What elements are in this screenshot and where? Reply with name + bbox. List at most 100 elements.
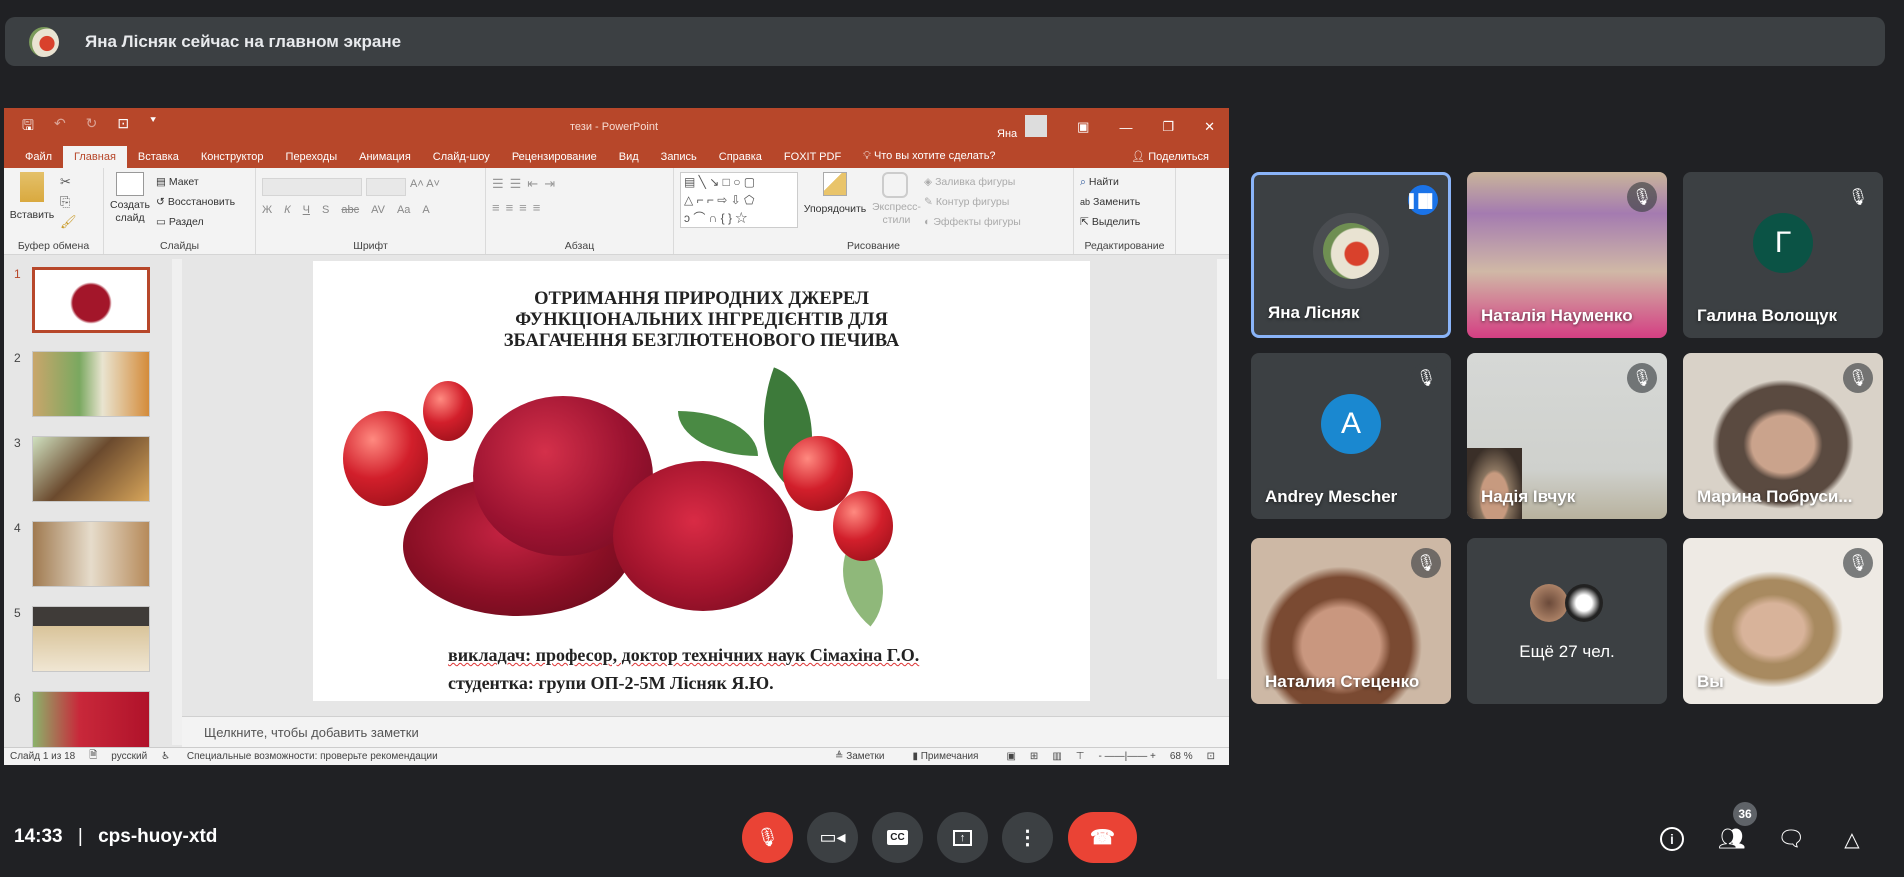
font-size-box[interactable] (366, 178, 406, 196)
change-case-button[interactable]: Aa (397, 204, 410, 216)
char-spacing-button[interactable]: AV (371, 204, 385, 216)
normal-view-icon[interactable]: ▣ (1006, 751, 1015, 762)
new-slide-button[interactable]: Создать слайд (110, 172, 150, 232)
user-avatar[interactable] (1025, 114, 1048, 137)
camera-toggle-button[interactable]: ▭◂ (807, 812, 858, 863)
shapes-gallery[interactable]: ▤ ╲ ↘ □ ○ ▢ △ ⌐ ⌐ ⇨ ⇩ ⬠ ↄ ⌒ ∩ { } ☆ (680, 172, 798, 228)
format-painter-icon[interactable]: 🖌︎ (60, 212, 77, 232)
ribbon-display-icon[interactable]: ▣ (1077, 119, 1089, 135)
participant-tile[interactable]: A 🎙︎ Andrey Mescher (1251, 353, 1451, 519)
italic-button[interactable]: К (284, 204, 290, 216)
list-icons[interactable]: ☰☰⇤⇥ (492, 176, 667, 192)
bold-button[interactable]: Ж (262, 204, 272, 216)
tab-review[interactable]: Рецензирование (501, 151, 608, 168)
slide-thumbnail[interactable] (32, 606, 150, 672)
more-participants-tile[interactable]: Ещё 27 чел. (1467, 538, 1667, 704)
participants-button[interactable]: 👥︎ (1717, 824, 1747, 854)
participant-tile[interactable]: 🎙︎ Наталія Науменко (1467, 172, 1667, 338)
redo-icon[interactable]: ↻ (86, 115, 98, 139)
replace-button[interactable]: ab Заменить (1080, 192, 1169, 212)
align-icons[interactable]: ≡≡≡≡ (492, 200, 667, 215)
find-button[interactable]: ⌕ Найти (1080, 172, 1169, 192)
customize-icon[interactable]: ⯆ (149, 115, 157, 139)
participant-tile[interactable]: 🎙︎ Вы (1683, 538, 1883, 704)
participant-tile[interactable]: 🎙︎ Марина Побруси... (1683, 353, 1883, 519)
participant-initial-avatar: Г (1753, 213, 1813, 273)
activities-button[interactable]: △ (1837, 824, 1867, 854)
tab-foxit[interactable]: FOXIT PDF (773, 151, 852, 168)
share-button[interactable]: 👤︎ Поделиться (1131, 150, 1209, 163)
tab-home[interactable]: Главная (63, 146, 127, 168)
notes-toggle[interactable]: ≜ Заметки (835, 751, 898, 762)
layout-button[interactable]: ▤ Макет (156, 172, 235, 192)
underline-button[interactable]: Ч (303, 204, 310, 216)
font-name-box[interactable] (262, 178, 362, 196)
participant-count-badge: 36 (1733, 802, 1757, 826)
slide-thumbnail[interactable] (32, 521, 150, 587)
leave-call-button[interactable]: ☎︎ (1068, 812, 1137, 863)
zoom-level[interactable]: 68 % (1170, 751, 1193, 762)
participant-tile[interactable]: ▌█▌ Яна Лісняк (1251, 172, 1451, 338)
cut-icon[interactable]: ✂ (60, 172, 77, 192)
tab-animations[interactable]: Анимация (348, 151, 422, 168)
arrange-label: Упорядочить (803, 203, 867, 215)
section-button[interactable]: ▭ Раздел (156, 212, 235, 232)
thumbnails-scrollbar[interactable] (172, 259, 182, 745)
language[interactable]: русский (111, 751, 147, 762)
shape-outline-button[interactable]: ✎ Контур фигуры (924, 192, 1021, 212)
slide-teacher-text: викладач: професор, доктор технічних нау… (448, 645, 920, 665)
present-button[interactable]: ↑ (937, 812, 988, 863)
undo-icon[interactable]: ↶ (54, 115, 66, 139)
arrange-button[interactable]: Упорядочить (804, 172, 866, 232)
tab-help[interactable]: Справка (708, 151, 773, 168)
reset-button[interactable]: ↺ Восстановить (156, 192, 235, 212)
quick-styles-button[interactable]: Экспресс-стили (872, 172, 921, 232)
shape-fill-button[interactable]: ◈ Заливка фигуры (924, 172, 1021, 192)
reading-view-icon[interactable]: ▥ (1052, 751, 1061, 762)
group-editing: Редактирование (1084, 240, 1165, 252)
mic-off-icon: 🎙︎ (1627, 182, 1657, 212)
slide-sorter-icon[interactable]: ⊞ (1030, 751, 1038, 762)
chat-icon: 🗨︎ (1777, 826, 1805, 851)
comments-toggle[interactable]: ▮ Примечания (912, 751, 992, 762)
chat-button[interactable]: 🗨︎ (1776, 824, 1806, 854)
participant-tile[interactable]: 🎙︎ Наталия Стеценко (1251, 538, 1451, 704)
paste-button[interactable]: Вставить (10, 172, 54, 232)
notes-pane[interactable]: Щелкните, чтобы добавить заметки (182, 716, 1229, 747)
zoom-slider[interactable]: - ——|—— + (1098, 751, 1155, 762)
tab-file[interactable]: Файл (14, 151, 63, 168)
tab-design[interactable]: Конструктор (190, 151, 275, 168)
minimize-icon[interactable]: — (1119, 120, 1132, 135)
font-color-button[interactable]: A (422, 204, 429, 216)
participant-tile[interactable]: Г 🎙︎ Галина Волощук (1683, 172, 1883, 338)
meeting-details-button[interactable]: i (1657, 824, 1687, 854)
select-button[interactable]: ⇱ Выделить (1080, 212, 1169, 232)
microphone-toggle-button[interactable]: 🎙︎ (742, 812, 793, 863)
tab-insert[interactable]: Вставка (127, 151, 190, 168)
captions-button[interactable]: CC (872, 812, 923, 863)
accessibility-status[interactable]: ♿︎ Специальные возможности: проверьте ре… (161, 751, 452, 762)
copy-icon[interactable]: ⎘ (60, 192, 77, 212)
spellcheck-icon[interactable]: 🗎︎ (89, 748, 97, 765)
save-icon[interactable]: 🖫 (22, 115, 34, 139)
participant-tile[interactable]: 🎙︎ Надія Івчук (1467, 353, 1667, 519)
shadow-button[interactable]: S (322, 204, 329, 216)
current-slide[interactable]: ОТРИМАННЯ ПРИРОДНИХ ДЖЕРЕЛ ФУНКЦІОНАЛЬНИ… (313, 261, 1090, 701)
strikethrough-button[interactable]: abc (341, 204, 359, 216)
tab-view[interactable]: Вид (608, 151, 650, 168)
slide-thumbnail[interactable] (32, 267, 150, 333)
fit-to-window-icon[interactable]: ⊡ (1207, 751, 1215, 762)
tell-me[interactable]: 💡︎ Что вы хотите сделать? (852, 150, 1006, 168)
shape-effects-button[interactable]: ◐ Эффекты фигуры (924, 212, 1021, 232)
restore-icon[interactable]: ❐ (1162, 119, 1174, 135)
slideshow-icon[interactable]: ⊡ (117, 115, 129, 139)
slide-thumbnail[interactable] (32, 436, 150, 502)
close-icon[interactable]: ✕ (1204, 119, 1215, 135)
tab-record[interactable]: Запись (650, 151, 708, 168)
tab-slideshow[interactable]: Слайд-шоу (422, 151, 501, 168)
tab-transitions[interactable]: Переходы (275, 151, 349, 168)
more-options-button[interactable]: ⋮ (1002, 812, 1053, 863)
slide-scrollbar[interactable] (1217, 259, 1229, 679)
presenter-icon[interactable]: ⊤ (1076, 751, 1085, 762)
slide-thumbnail[interactable] (32, 351, 150, 417)
